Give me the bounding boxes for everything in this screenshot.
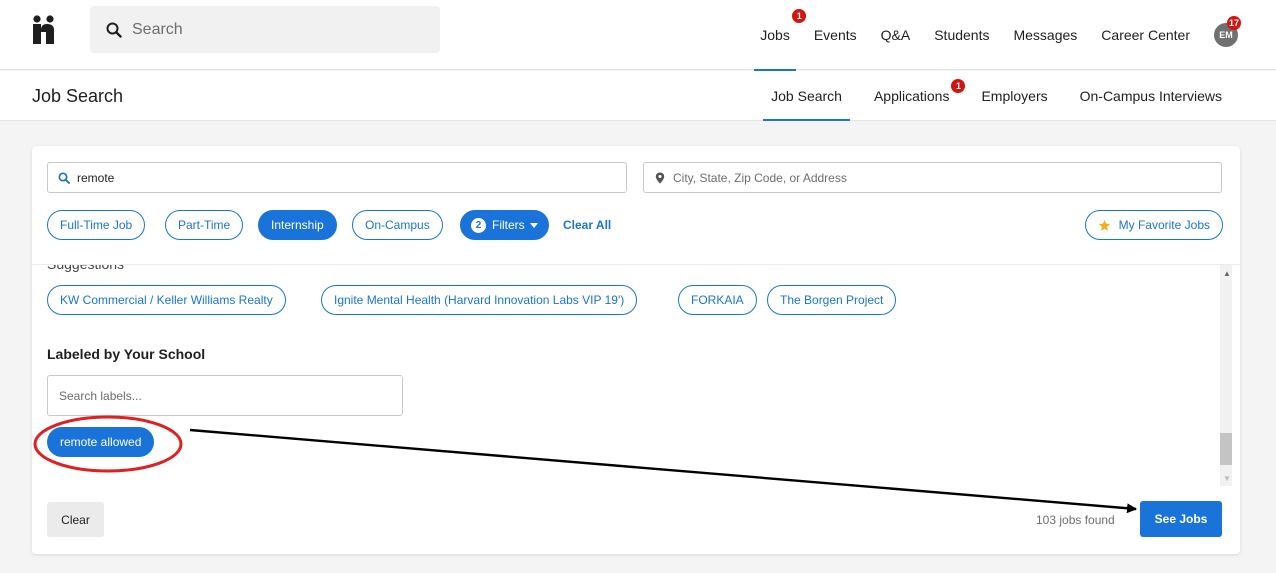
chevron-down-icon: [529, 222, 538, 228]
nav-messages-label: Messages: [1013, 27, 1078, 43]
chip-on-campus-label: On-Campus: [365, 218, 430, 232]
keyword-search-field[interactable]: remote: [47, 162, 627, 193]
star-icon: [1098, 219, 1110, 231]
suggestion-chip-label: FORKAIA: [691, 293, 744, 307]
suggestion-chip-label: The Borgen Project: [780, 293, 884, 307]
nav-qa[interactable]: Q&A: [881, 0, 911, 70]
tab-employers-label: Employers: [981, 88, 1048, 104]
jobs-found-count: 103 jobs found: [1036, 513, 1115, 527]
panel-scrollbar[interactable]: ▲ ▼: [1220, 265, 1232, 486]
location-placeholder: City, State, Zip Code, or Address: [673, 170, 847, 185]
location-field[interactable]: City, State, Zip Code, or Address: [643, 162, 1222, 193]
top-nav: Search Jobs 1 Events Q&A Students Messag…: [0, 0, 1276, 71]
handshake-logo-icon[interactable]: [30, 14, 62, 46]
nav-profile[interactable]: EM 17: [1214, 0, 1241, 70]
jobs-notification-badge: 1: [792, 9, 807, 23]
avatar-initials: EM: [1219, 30, 1233, 40]
chip-internship[interactable]: Internship: [258, 210, 337, 240]
page-title: Job Search: [32, 86, 124, 106]
job-search-card: remote City, State, Zip Code, or Address…: [32, 146, 1240, 554]
scrollbar-thumb[interactable]: [1220, 433, 1232, 465]
my-favorite-jobs-button[interactable]: My Favorite Jobs: [1084, 210, 1223, 240]
nav-messages[interactable]: Messages: [1013, 0, 1077, 70]
search-icon: [106, 22, 122, 38]
tab-applications[interactable]: Applications 1: [873, 71, 966, 121]
tab-employers[interactable]: Employers: [981, 71, 1047, 121]
filters-count-badge: 2: [471, 217, 486, 233]
chip-on-campus[interactable]: On-Campus: [352, 210, 443, 240]
see-jobs-button[interactable]: See Jobs: [1140, 501, 1222, 537]
suggestion-chip[interactable]: FORKAIA: [678, 285, 757, 315]
location-pin-icon: [655, 172, 665, 183]
scroll-up-arrow-icon[interactable]: ▲: [1223, 269, 1231, 278]
sub-tabs: Job Search Applications 1 Employers On-C…: [763, 71, 1222, 121]
label-chip-remote-allowed-label: remote allowed: [60, 435, 142, 449]
applications-notification-badge: 1: [951, 79, 966, 93]
label-chip-remote-allowed[interactable]: remote allowed: [47, 427, 155, 457]
suggestions-heading: Suggestions: [47, 264, 125, 272]
keyword-value: remote: [77, 170, 115, 185]
clear-all-link[interactable]: Clear All: [563, 218, 611, 232]
nav-career-center[interactable]: Career Center: [1101, 0, 1190, 70]
tab-on-campus-interviews-label: On-Campus Interviews: [1079, 88, 1222, 104]
filter-panel: Suggestions KW Commercial / Keller Willi…: [32, 264, 1240, 486]
nav-career-center-label: Career Center: [1101, 27, 1190, 43]
scroll-down-arrow-icon[interactable]: ▼: [1223, 474, 1231, 483]
chip-part-time-label: Part-Time: [178, 218, 231, 232]
avatar-notification-badge: 17: [1227, 16, 1241, 30]
chip-part-time[interactable]: Part-Time: [165, 210, 244, 240]
search-labels-input[interactable]: Search labels...: [47, 375, 403, 416]
nav-jobs-label: Jobs: [760, 27, 790, 43]
nav-jobs[interactable]: Jobs 1: [754, 0, 807, 71]
nav-events[interactable]: Events: [814, 0, 857, 70]
search-labels-placeholder: Search labels...: [59, 388, 142, 403]
chip-full-time-job-label: Full-Time Job: [60, 218, 133, 232]
suggestion-chip[interactable]: Ignite Mental Health (Harvard Innovation…: [321, 285, 638, 315]
search-icon: [58, 171, 70, 184]
my-favorite-jobs-label: My Favorite Jobs: [1118, 218, 1210, 232]
sub-nav: Job Search Job Search Applications 1 Emp…: [0, 71, 1276, 121]
tab-job-search[interactable]: Job Search: [763, 71, 850, 121]
tab-job-search-label: Job Search: [771, 88, 842, 104]
avatar[interactable]: EM 17: [1214, 16, 1241, 47]
suggestion-chip[interactable]: The Borgen Project: [767, 285, 897, 315]
nav-students-label: Students: [934, 27, 990, 43]
suggestion-chip[interactable]: KW Commercial / Keller Williams Realty: [47, 285, 286, 315]
main-nav: Jobs 1 Events Q&A Students Messages Care…: [754, 0, 1241, 71]
global-search-input[interactable]: Search: [90, 6, 440, 53]
nav-students[interactable]: Students: [934, 0, 989, 70]
labeled-by-school-heading: Labeled by Your School: [47, 346, 206, 362]
suggestion-chip-label: KW Commercial / Keller Williams Realty: [60, 293, 273, 307]
tab-applications-label: Applications: [873, 88, 950, 104]
filters-label: Filters: [492, 218, 525, 232]
nav-events-label: Events: [813, 27, 857, 43]
chip-full-time-job[interactable]: Full-Time Job: [47, 210, 146, 240]
filters-dropdown-button[interactable]: 2 Filters: [460, 210, 549, 240]
suggestion-chip-label: Ignite Mental Health (Harvard Innovation…: [334, 293, 625, 307]
nav-qa-label: Q&A: [880, 27, 911, 43]
tab-on-campus-interviews[interactable]: On-Campus Interviews: [1080, 71, 1222, 121]
chip-internship-label: Internship: [271, 218, 324, 232]
clear-button[interactable]: Clear: [47, 502, 104, 537]
search-placeholder: Search: [132, 20, 183, 38]
